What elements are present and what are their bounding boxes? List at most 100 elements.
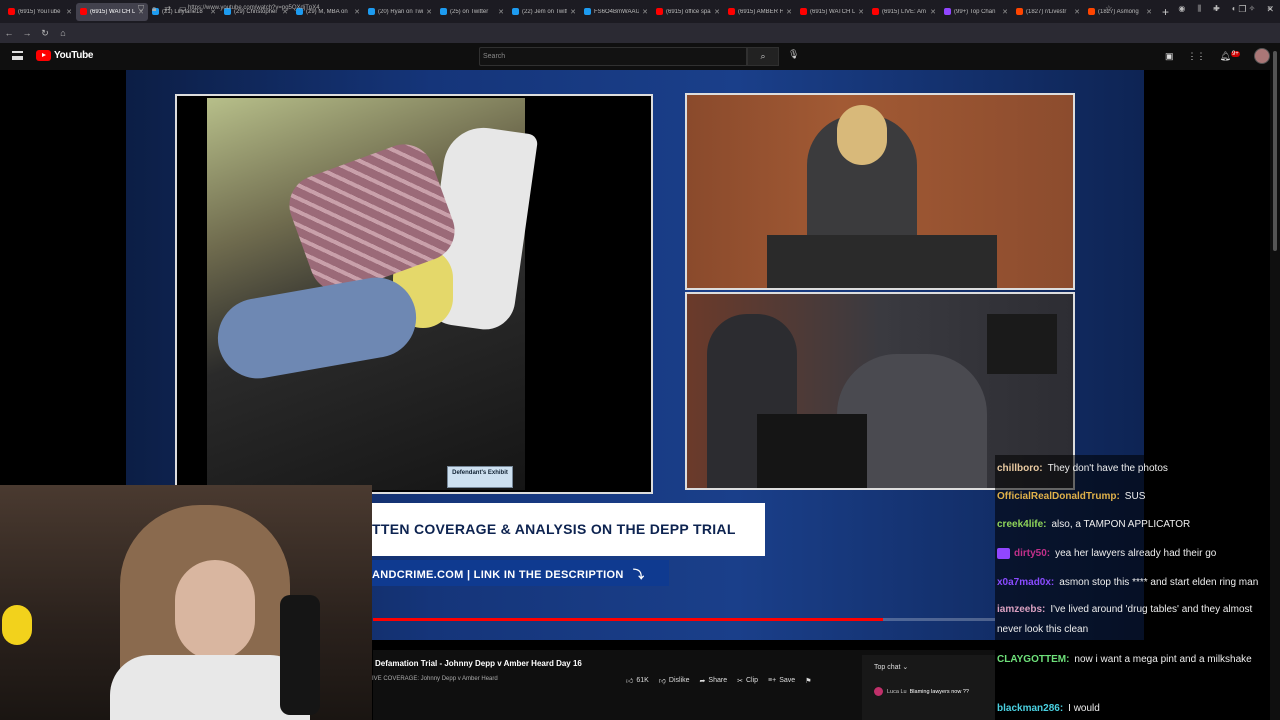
extension-2-icon[interactable]: ✧ [1249,4,1256,14]
tab-close-icon[interactable]: ✕ [786,8,792,16]
page-scrollbar[interactable] [1270,43,1280,720]
browser-tab[interactable]: (6915) office spa ✕ [652,3,724,21]
tab-title: (6915) LIVE: Am [882,8,927,15]
forward-icon[interactable]: → [18,28,36,38]
browser-tab[interactable]: (6915) LIVE: Am ✕ [868,3,940,21]
tab-close-icon[interactable]: ✕ [354,8,360,16]
chat-username[interactable]: dirty50: [1014,548,1050,559]
tab-title: (25) on Twitter [450,8,489,15]
tab-close-icon[interactable]: ✕ [426,8,432,16]
hamburger-menu-icon[interactable] [12,51,23,60]
top-chat-dropdown[interactable]: Top chat ⌄ [874,663,908,671]
chat-username[interactable]: OfficialRealDonaldTrump: [997,491,1120,502]
tab-favicon-icon [512,8,519,15]
chat-message: chillboro: They don't have the photos [997,463,1168,474]
permissions-icon[interactable]: ⇄ [164,4,171,14]
dislike-button[interactable]: 👎︎ Dislike [659,676,690,685]
library-icon[interactable]: ⫼ [1197,4,1201,14]
browser-tab[interactable]: (6915) AMBER H ✕ [724,3,796,21]
tab-close-icon[interactable]: ✕ [714,8,720,16]
tab-title: (20) Ryan on Twitt [378,8,424,15]
flag-icon: ⚑ [805,677,812,685]
video-progress-bar[interactable] [373,618,995,621]
chat-text: They don't have the photos [1047,463,1168,474]
home-icon[interactable]: ⌂ [54,28,72,38]
rubber-duck-shape [2,605,32,645]
youtube-play-icon [36,50,51,61]
create-video-icon[interactable]: ▣ [1165,51,1174,62]
browser-tab[interactable]: (1827) r/Livestr ✕ [1012,3,1084,21]
tab-close-icon[interactable]: ✕ [642,8,648,16]
monitor-shape-2 [987,314,1057,374]
browser-tab[interactable]: (6915) WATCH L ✕ [796,3,868,21]
account-icon[interactable]: ◐ [1232,4,1237,14]
youtube-live-chat: Top chat ⌄ Luca Lu Blaming lawyers now ?… [862,655,995,720]
chat-message: OfficialRealDonaldTrump: SUS [997,491,1145,502]
url-input[interactable]: https://www.youtube.com/watch?v=pg5QXdjT… [188,5,320,11]
share-button[interactable]: ➦ Share [700,677,728,685]
reload-icon[interactable]: ↻ [36,28,54,39]
browser-tab[interactable]: (6915) YouTube ✕ [4,3,76,21]
report-flag-button[interactable]: ⚑ [805,677,811,685]
tab-close-icon[interactable]: ✕ [66,8,72,16]
chat-username[interactable]: chillboro: [997,463,1043,474]
extension-icon[interactable]: ✚ [1213,4,1220,14]
scrollbar-thumb[interactable] [1273,51,1277,251]
tab-favicon-icon [584,8,591,15]
search-button[interactable]: ⌕ [747,47,779,66]
chat-message: iamzeebs: I've lived around 'drug tables'… [997,600,1277,640]
shield-icon[interactable]: ⛉ [138,4,144,14]
tab-favicon-icon [1016,8,1023,15]
coverage-banner: TTEN COVERAGE & ANALYSIS ON THE DEPP TRI… [372,503,765,556]
app-menu-icon[interactable]: ≡ [1267,4,1272,14]
chat-username[interactable]: iamzeebs: [997,604,1045,615]
search-input[interactable]: Search [479,47,747,66]
tab-favicon-icon [80,8,87,15]
chat-username[interactable]: creek4life: [997,519,1046,530]
tab-close-icon[interactable]: ✕ [570,8,576,16]
website-link-banner: ANDCRIME.COM | LINK IN THE DESCRIPTION ⤵ [372,560,669,586]
browser-tab[interactable]: (20) Ryan on Twitt ✕ [364,3,436,21]
user-avatar[interactable] [1253,48,1270,64]
bookmark-star-icon[interactable]: ☆ [1105,4,1112,14]
tab-close-icon[interactable]: ✕ [498,8,504,16]
notifications-bell-icon[interactable]: 🔔︎9+ [1220,50,1240,62]
evidence-photo-image: Defendant's Exhibit [207,98,539,490]
browser-right-icons: ☆ ◉ ⫼ ✚ ◐ ✧ ≡ [1105,4,1272,14]
website-link-text: ANDCRIME.COM | LINK IN THE DESCRIPTION [372,569,624,581]
browser-tab[interactable]: (25) on Twitter ✕ [436,3,508,21]
youtube-logo[interactable]: YouTube [36,50,94,61]
youtube-logo-text: YouTube [54,50,94,61]
tab-close-icon[interactable]: ✕ [1074,8,1080,16]
tab-title: (6915) AMBER H [738,8,784,15]
chevron-down-icon: ⌄ [902,664,909,671]
chat-username[interactable]: blackman286: [997,703,1063,714]
chat-username[interactable]: CLAYGOTTEM: [997,654,1069,665]
tab-title: FS6O4BmWAAU [594,8,640,15]
tab-title: (99+) Top Chan [954,8,996,15]
like-button[interactable]: 👍︎ 61K [626,676,649,685]
url-bar-icons: ⛉ 🔒︎ ⇄ ▭ [138,4,187,14]
camera-permission-icon[interactable]: ▭ [179,4,187,14]
pocket-icon[interactable]: ◉ [1178,4,1185,14]
chat-text: also, a TAMPON APPLICATOR [1051,519,1191,530]
tab-close-icon[interactable]: ✕ [1002,8,1008,16]
lock-icon[interactable]: 🔒︎ [152,4,156,14]
chat-username[interactable]: x0a7mad0x: [997,577,1054,588]
save-label: Save [779,677,796,684]
browser-tab[interactable]: (22) Jem on Twitt ✕ [508,3,580,21]
browser-tab[interactable]: (99+) Top Chan ✕ [940,3,1012,21]
tab-close-icon[interactable]: ✕ [858,8,864,16]
save-button[interactable]: ≡+ Save [768,677,795,684]
video-title: Defamation Trial - Johnny Depp v Amber H… [375,659,582,668]
top-chat-label: Top chat [874,664,901,671]
thumbs-up-icon: 👍︎ [626,678,634,685]
apps-grid-icon[interactable]: ⋮⋮ [1188,51,1206,62]
clip-button[interactable]: ✂ Clip [737,677,758,685]
channel-name[interactable]: IVE COVERAGE: Johnny Depp v Amber Heard [372,676,498,682]
back-icon[interactable]: ← [0,28,18,38]
microphone-shape [280,595,320,715]
tab-close-icon[interactable]: ✕ [930,8,936,16]
browser-tab[interactable]: FS6O4BmWAAU ✕ [580,3,652,21]
microphone-icon[interactable]: 🎙︎ [788,49,799,60]
